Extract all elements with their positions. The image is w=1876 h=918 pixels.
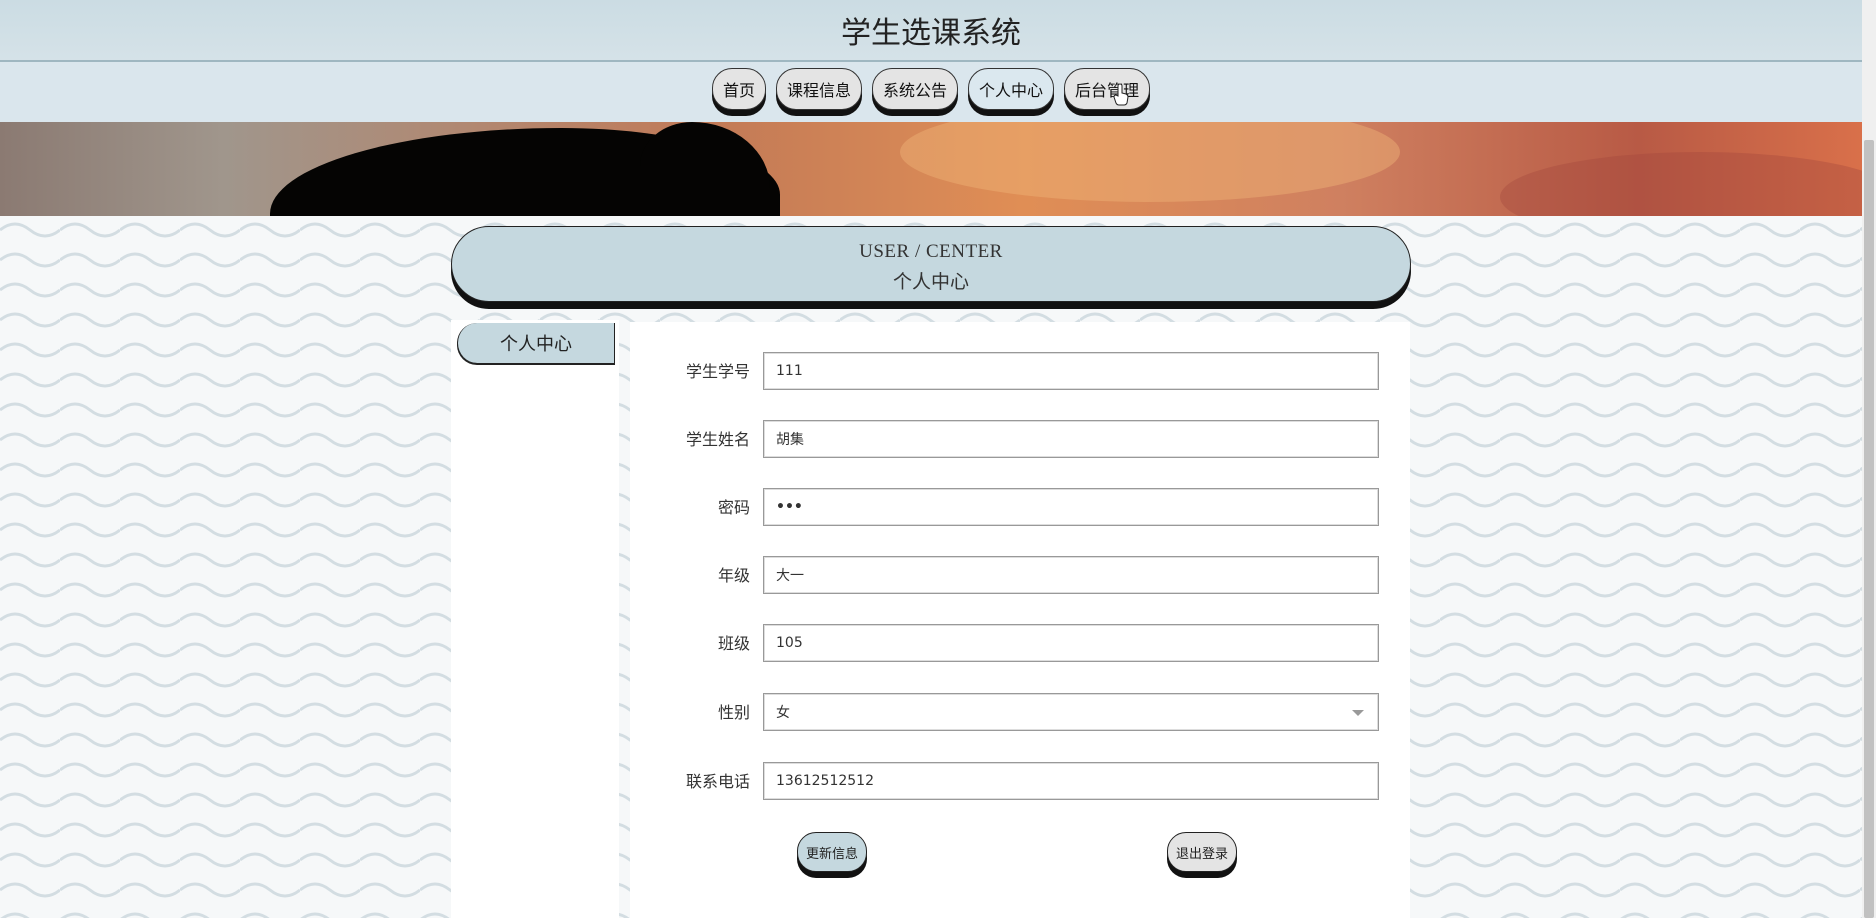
title-bar: 学生选课系统 xyxy=(0,0,1862,62)
student-id-input[interactable]: 111 xyxy=(763,352,1379,390)
hand-cursor-icon xyxy=(1113,84,1129,106)
logout-button[interactable]: 退出登录 xyxy=(1167,832,1238,872)
form-row-phone: 联系电话 13612512512 xyxy=(630,762,1410,802)
form-row-grade: 年级 大一 xyxy=(630,556,1410,596)
nav-admin-button[interactable]: 后台管理 xyxy=(1064,68,1151,110)
main-nav: 首页 课程信息 系统公告 个人中心 后台管理 xyxy=(0,62,1862,122)
page-scrollbar[interactable] xyxy=(1862,0,1876,918)
update-info-button[interactable]: 更新信息 xyxy=(797,832,868,872)
student-name-input[interactable]: 胡集 xyxy=(763,420,1379,458)
nav-announcements-button[interactable]: 系统公告 xyxy=(871,68,958,110)
phone-input[interactable]: 13612512512 xyxy=(763,762,1379,800)
site-title: 学生选课系统 xyxy=(841,16,1021,51)
phone-label: 联系电话 xyxy=(685,772,750,791)
chevron-down-icon xyxy=(1352,710,1364,716)
form-row-gender: 性别 女 xyxy=(630,693,1410,733)
section-title-cn: 个人中心 xyxy=(892,272,969,293)
side-menu: 个人中心 xyxy=(451,320,619,918)
student-name-label: 学生姓名 xyxy=(685,430,750,449)
gender-label: 性别 xyxy=(717,703,750,722)
gender-select-value: 女 xyxy=(776,705,790,721)
form-row-student-name: 学生姓名 胡集 xyxy=(630,420,1410,460)
gender-select[interactable]: 女 xyxy=(763,693,1379,731)
nav-user-center-button[interactable]: 个人中心 xyxy=(968,68,1055,110)
scrollbar-thumb[interactable] xyxy=(1864,140,1874,918)
student-id-label: 学生学号 xyxy=(685,362,750,381)
form-row-password: 密码 ••• xyxy=(630,488,1410,528)
section-title-en: USER / CENTER xyxy=(859,241,1003,262)
banner-image xyxy=(0,122,1862,216)
class-label: 班级 xyxy=(717,634,750,653)
form-row-class: 班级 105 xyxy=(630,624,1410,664)
user-info-form: 学生学号 111 学生姓名 胡集 密码 ••• 年级 大一 班级 105 性别 … xyxy=(630,322,1410,918)
grade-input[interactable]: 大一 xyxy=(763,556,1379,594)
nav-course-info-button[interactable]: 课程信息 xyxy=(775,68,862,110)
section-header: USER / CENTER 个人中心 xyxy=(451,226,1411,302)
nav-home-button[interactable]: 首页 xyxy=(711,68,766,110)
grade-label: 年级 xyxy=(717,566,750,585)
class-input[interactable]: 105 xyxy=(763,624,1379,662)
password-label: 密码 xyxy=(717,498,750,517)
password-input[interactable]: ••• xyxy=(763,488,1379,526)
side-menu-item-user-center[interactable]: 个人中心 xyxy=(457,323,615,363)
form-row-student-id: 学生学号 111 xyxy=(630,352,1410,392)
